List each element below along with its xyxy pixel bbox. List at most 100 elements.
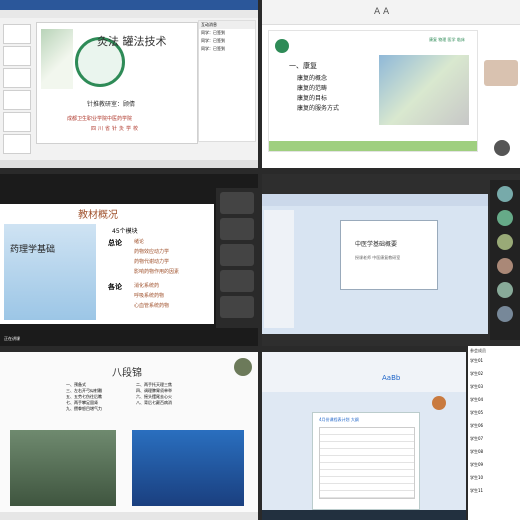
ribbon[interactable]: A A: [262, 0, 520, 25]
avatar[interactable]: [497, 234, 513, 250]
thumbnail-6[interactable]: [3, 134, 31, 154]
thumbnail-4[interactable]: [3, 90, 31, 110]
speaker-avatar: [234, 358, 252, 376]
list-item[interactable]: 学生07: [470, 436, 483, 449]
slide-title: 八段锦: [112, 368, 142, 379]
avatar[interactable]: [497, 282, 513, 298]
status-text: 正在讲课: [4, 336, 20, 341]
document-page[interactable]: 4月份课程表计划 大纲: [312, 412, 420, 510]
book-cover: 药理学基础: [4, 224, 96, 320]
chat-row: 同学：已签到: [201, 30, 225, 35]
panel-baduanjin: 八段锦 一、预备式 三、左右开弓似射雕 五、五劳七伤往后瞧 七、两手攀足固肾 九…: [0, 352, 258, 520]
chat-row: 同学：已签到: [201, 38, 225, 43]
item: 心血管系统药物: [134, 303, 170, 309]
panel-rehab-slide: A A 康复 物理 医学 临床 一、康复 康复的概念 康复的范畴 康复的目标 康…: [262, 0, 520, 168]
panel-word-doc: AaBb 4月份课程表计划 大纲: [262, 352, 466, 520]
status-bar: [0, 160, 258, 168]
total-label: 总论: [108, 239, 122, 247]
ppt-title: 灸法 罐法技术: [97, 35, 167, 48]
list-item[interactable]: 学生09: [470, 462, 483, 475]
logo-text: 康复 物理 医学 临床: [429, 37, 465, 42]
presenter-avatar: [432, 396, 446, 410]
panel-tcm-slide: 中医学基础概要 授课老师 中医康复教研室: [262, 174, 520, 346]
item: 消化系统药: [134, 283, 160, 289]
list-item[interactable]: 学生11: [470, 488, 483, 501]
item: 药物代谢动力学: [134, 259, 170, 265]
participant-video[interactable]: [220, 218, 254, 240]
list-item[interactable]: 学生04: [470, 397, 483, 410]
slide-canvas[interactable]: 中医学基础概要 授课老师 中医康复教研室: [340, 220, 438, 290]
menu-item: 康复的服务方式: [297, 105, 340, 112]
item: 呼吸系统药物: [134, 293, 165, 299]
font-button[interactable]: A A: [374, 7, 389, 17]
menu-item: 康复的目标: [297, 95, 328, 102]
list-item[interactable]: 学生05: [470, 410, 483, 423]
bamboo-decoration: [41, 29, 73, 89]
avatar[interactable]: [497, 306, 513, 322]
footer-stripe: [269, 141, 477, 151]
menu-item: 康复的范畴: [297, 85, 328, 92]
list-item[interactable]: 学生03: [470, 384, 483, 397]
list-item[interactable]: 学生02: [470, 371, 483, 384]
ribbon[interactable]: [0, 10, 258, 18]
panel-ppt-acupuncture: 灸法 罐法技术 针推教研室：顾倩 成都卫生职业学院中医药学院 四川省针灸学校 互…: [0, 0, 258, 168]
thumbnail-panel[interactable]: [264, 210, 294, 328]
school-line2: 四川省针灸学校: [91, 126, 141, 132]
title-bar: [0, 0, 258, 10]
style-sample[interactable]: AaBb: [382, 374, 400, 382]
photo-collage: [379, 55, 469, 125]
section-title: 教材概况: [78, 210, 118, 221]
item: 影响药物作用的因素: [134, 269, 180, 275]
participant-video[interactable]: [220, 270, 254, 292]
school-line1: 成都卫生职业学院中医药学院: [67, 116, 133, 122]
thumbnail-2[interactable]: [3, 46, 31, 66]
ribbon[interactable]: AaBb: [262, 352, 466, 392]
avatar: [494, 140, 510, 156]
avatar[interactable]: [497, 258, 513, 274]
chat-panel: 互动消息 同学：已签到 同学：已签到 同学：已签到: [198, 20, 256, 142]
avatar[interactable]: [497, 186, 513, 202]
avatar[interactable]: [497, 210, 513, 226]
step-item: 九、攒拳怒目增气力: [66, 406, 102, 411]
participant-video[interactable]: [220, 244, 254, 266]
member-list: 学生01 学生02 学生03 学生04 学生05 学生06 学生07 学生08 …: [470, 358, 483, 501]
menu-item: 康复的概念: [297, 75, 328, 82]
list-item[interactable]: 学生06: [470, 423, 483, 436]
participant-list: [490, 180, 520, 340]
video-outdoor[interactable]: [10, 430, 116, 506]
ppt-window: 中医学基础概要 授课老师 中医康复教研室: [262, 194, 488, 334]
doc-table: [319, 427, 415, 499]
participant-list: [216, 188, 258, 328]
bottom-toolbar[interactable]: [0, 512, 258, 520]
thumbnail-1[interactable]: [3, 24, 31, 44]
taskbar[interactable]: [262, 510, 466, 520]
video-stage[interactable]: [132, 430, 244, 506]
participant-video[interactable]: [484, 60, 518, 86]
slide-canvas[interactable]: 康复 物理 医学 临床 一、康复 康复的概念 康复的范畴 康复的目标 康复的服务…: [268, 30, 478, 152]
thumbnail-5[interactable]: [3, 112, 31, 132]
section-title: 一、康复: [289, 62, 317, 70]
slide-canvas[interactable]: 灸法 罐法技术 针推教研室：顾倩 成都卫生职业学院中医药学院 四川省针灸学校: [36, 22, 198, 144]
teacher-name: 针推教研室：顾倩: [87, 101, 136, 108]
panel-pharmacology: 教材概况 药理学基础 45个模块 总论 绪论 药物效应动力学 药物代谢动力学 影…: [0, 174, 258, 346]
chat-row: 同学：已签到: [201, 46, 225, 51]
book-title: 药理学基础: [10, 245, 56, 255]
doc-title: 4月份课程表计划 大纲: [319, 417, 359, 422]
step-item: 八、背后七颠百病消: [136, 400, 172, 405]
list-item[interactable]: 学生01: [470, 358, 483, 371]
panel-member-list: 参会成员 学生01 学生02 学生03 学生04 学生05 学生06 学生07 …: [468, 346, 520, 520]
list-title: 参会成员: [470, 348, 486, 353]
modules-line: 45个模块: [112, 228, 138, 235]
participant-video[interactable]: [220, 296, 254, 318]
chat-header: 互动消息: [199, 21, 255, 29]
list-item[interactable]: 学生10: [470, 475, 483, 488]
right-column: 二、两手托天理三焦 四、调理脾胃须单举 六、摇头摆尾去心火 八、背后七颠百病消: [136, 382, 172, 406]
thumbnail-3[interactable]: [3, 68, 31, 88]
toolbar[interactable]: [262, 194, 488, 206]
list-item[interactable]: 学生08: [470, 449, 483, 462]
slide-canvas[interactable]: 教材概况 药理学基础 45个模块 总论 绪论 药物效应动力学 药物代谢动力学 影…: [0, 204, 214, 324]
slide-title: 中医学基础概要: [355, 241, 398, 248]
left-column: 一、预备式 三、左右开弓似射雕 五、五劳七伤往后瞧 七、两手攀足固肾 九、攒拳怒…: [66, 382, 102, 412]
item: 绪论: [134, 239, 145, 245]
participant-video[interactable]: [220, 192, 254, 214]
